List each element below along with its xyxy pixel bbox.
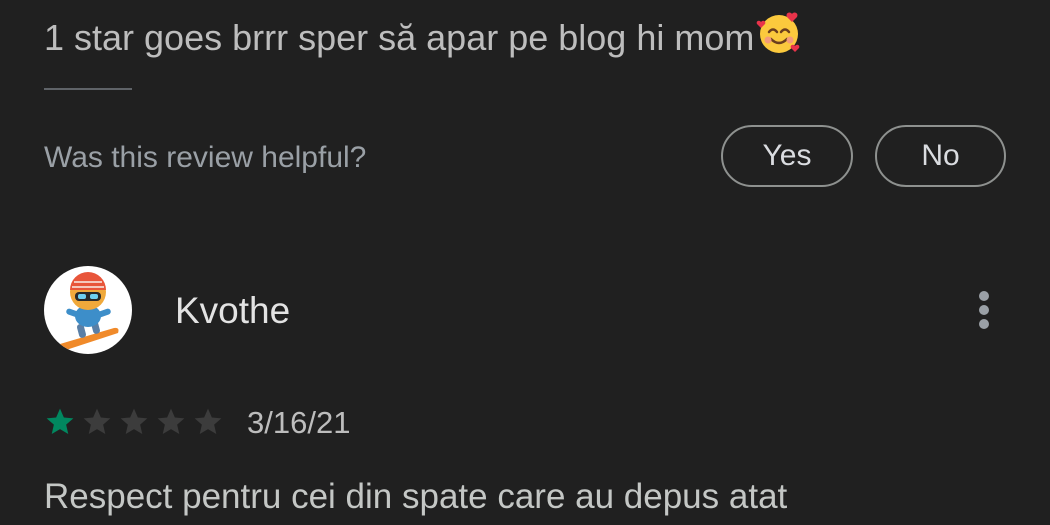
review-date: 3/16/21	[247, 405, 351, 440]
helpful-no-button[interactable]: No	[875, 125, 1006, 187]
previous-review-body: 1 star goes brrr sper să apar pe blog hi…	[44, 17, 755, 58]
more-options-icon[interactable]	[966, 288, 1002, 334]
review-body: Respect pentru cei din spate care au dep…	[44, 477, 788, 516]
snowboarder-avatar-icon	[59, 272, 119, 351]
review-divider	[44, 88, 132, 90]
avatar	[44, 266, 132, 354]
previous-review-text: 1 star goes brrr sper să apar pe blog hi…	[44, 10, 802, 67]
helpful-yes-button[interactable]: Yes	[721, 125, 853, 187]
reviewer-name: Kvothe	[175, 290, 291, 331]
star-empty-icon	[83, 408, 111, 434]
star-empty-icon	[194, 408, 222, 434]
helpful-question: Was this review helpful?	[44, 141, 367, 174]
star-rating	[44, 406, 224, 438]
star-empty-icon	[120, 408, 148, 434]
star-filled-icon	[46, 408, 74, 434]
smiling-face-with-hearts-icon	[756, 10, 802, 67]
star-empty-icon	[157, 408, 185, 434]
